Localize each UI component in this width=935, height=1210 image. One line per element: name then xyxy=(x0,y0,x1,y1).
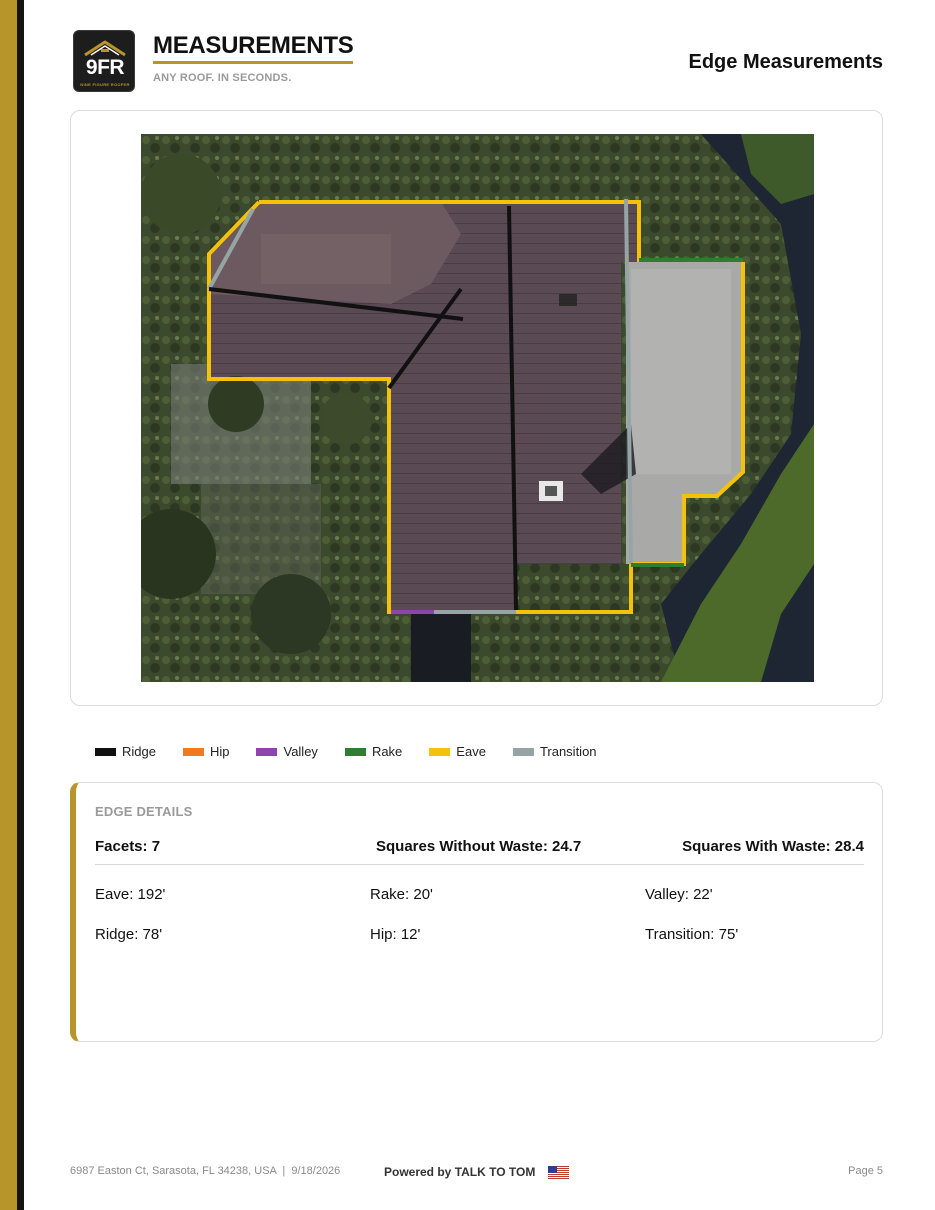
legend-label: Hip xyxy=(209,744,230,759)
legend-label: Eave xyxy=(456,744,486,759)
legend-label: Transition xyxy=(539,744,597,759)
legend-label: Rake xyxy=(371,744,403,759)
hip-measurement: Hip: 12' xyxy=(370,926,421,943)
footer-address: 6987 Easton Ct, Sarasota, FL 34238, USA … xyxy=(70,1165,341,1177)
legend-swatch xyxy=(344,747,366,756)
legend-item-hip: Hip xyxy=(182,744,230,759)
legend-label: Ridge xyxy=(122,744,156,759)
page-number: Page 5 xyxy=(848,1165,883,1177)
legend-item-transition: Transition xyxy=(512,744,597,759)
legend-swatch xyxy=(256,747,278,756)
squares-without-waste: Squares Without Waste: 24.7 xyxy=(376,838,582,855)
edge-details-card: EDGE DETAILS Facets: 7 Squares Without W… xyxy=(70,782,883,1042)
legend-swatch xyxy=(95,747,116,756)
footer-powered-by: Powered by TALK TO TOM xyxy=(384,1165,536,1179)
company-logo: 9FR NINE FIGURE ROOFER xyxy=(73,30,135,92)
legend-label: Valley xyxy=(283,744,318,759)
legend-swatch xyxy=(182,747,204,756)
legend-swatch xyxy=(512,747,534,756)
left-dark-stripe xyxy=(17,0,24,1210)
summary-row: Facets: 7 Squares Without Waste: 24.7 Sq… xyxy=(95,838,864,865)
aerial-image-card xyxy=(70,110,883,706)
transition-measurement: Transition: 75' xyxy=(645,926,739,943)
legend-item-ridge: Ridge xyxy=(95,744,156,759)
legend-swatch xyxy=(429,747,451,756)
legend-item-eave: Eave xyxy=(429,744,486,759)
squares-with-waste: Squares With Waste: 28.4 xyxy=(682,838,864,855)
legend-item-rake: Rake xyxy=(344,744,403,759)
logo-text: 9FR xyxy=(85,56,125,79)
logo-subtext: NINE FIGURE ROOFER xyxy=(80,82,130,87)
eave-measurement: Eave: 192' xyxy=(95,886,166,903)
edge-legend: Ridge Hip Valley Rake Eave Transition xyxy=(95,744,624,759)
rake-measurement: Rake: 20' xyxy=(370,886,433,903)
brand-tagline: ANY ROOF. IN SECONDS. xyxy=(153,72,292,84)
facets-value: Facets: 7 xyxy=(95,838,161,855)
legend-item-valley: Valley xyxy=(256,744,318,759)
ridge-measurement: Ridge: 78' xyxy=(95,926,163,943)
valley-measurement: Valley: 22' xyxy=(645,886,713,903)
section-title: EDGE DETAILS xyxy=(95,804,193,819)
us-flag-icon xyxy=(548,1166,569,1179)
aerial-roof-image xyxy=(141,134,814,682)
page-title: Edge Measurements xyxy=(688,51,883,73)
left-accent-stripe xyxy=(0,0,17,1210)
brand-title: MEASUREMENTS xyxy=(153,32,354,64)
